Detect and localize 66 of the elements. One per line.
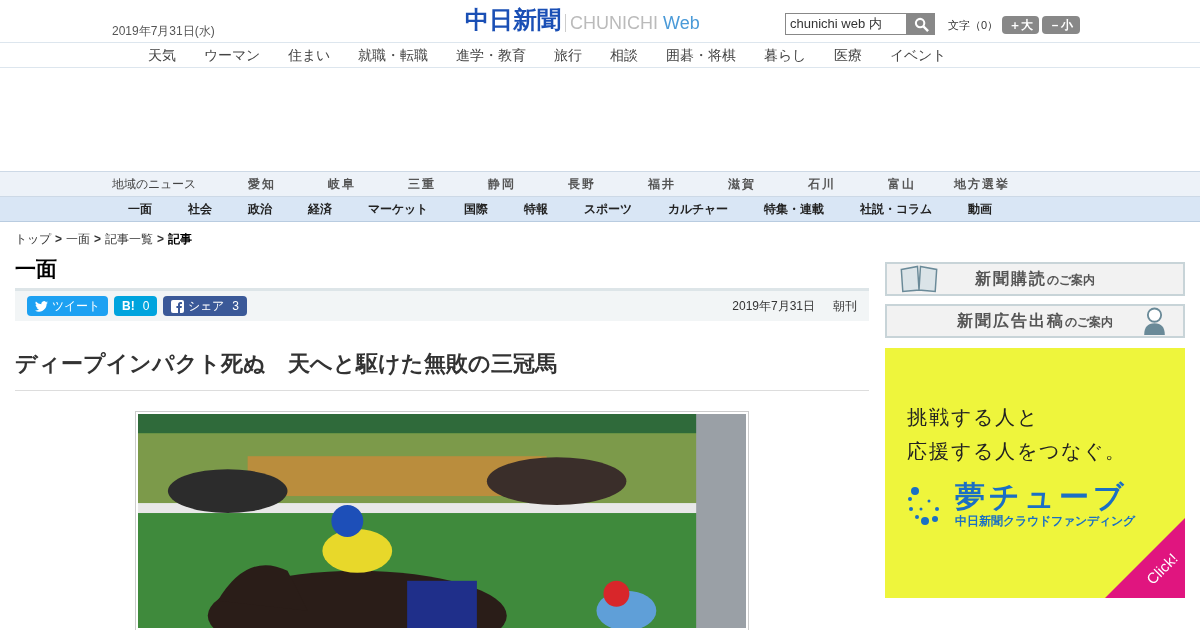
- nav-link[interactable]: 天気: [148, 44, 176, 66]
- category-link[interactable]: 経済: [290, 200, 350, 218]
- ad-brand-subtitle: 中日新聞クラウドファンディング: [955, 513, 1135, 530]
- logo-text: 中日新聞: [465, 8, 561, 32]
- section-title: 一面: [15, 256, 58, 282]
- nav-link[interactable]: ウーマン: [204, 44, 260, 66]
- edition-label: 朝刊: [833, 298, 857, 315]
- breadcrumb-separator: >: [94, 231, 102, 248]
- nav-link[interactable]: 旅行: [554, 44, 582, 66]
- article-date: 2019年7月31日: [732, 298, 815, 315]
- breadcrumb-link[interactable]: トップ: [15, 230, 51, 248]
- search-field[interactable]: chunichi web 内: [785, 13, 907, 35]
- search-icon: [913, 16, 929, 32]
- smaller-text-button[interactable]: －小: [1042, 16, 1080, 34]
- region-nav-label: 地域のニュース: [112, 176, 197, 193]
- nav-link[interactable]: 就職・転職: [358, 44, 428, 66]
- category-link[interactable]: 特報: [506, 200, 566, 218]
- breadcrumb-separator: >: [55, 231, 62, 248]
- category-link[interactable]: 特集・連載: [746, 200, 842, 218]
- category-link[interactable]: カルチャー: [650, 200, 746, 218]
- category-link[interactable]: 国際: [446, 200, 506, 218]
- breadcrumb-link[interactable]: 記事: [168, 230, 193, 248]
- nav-link[interactable]: イベント: [890, 44, 946, 66]
- breadcrumb-link[interactable]: 記事一覧: [105, 230, 154, 248]
- category-link[interactable]: マーケット: [350, 200, 446, 218]
- f-logo-icon: [171, 299, 185, 313]
- category-link[interactable]: 社説・コラム: [842, 200, 950, 218]
- region-link[interactable]: 福井: [622, 175, 702, 193]
- region-link[interactable]: 三重: [382, 175, 462, 193]
- region-link[interactable]: 富山: [862, 175, 942, 193]
- region-link[interactable]: 地方選挙: [942, 175, 1022, 193]
- region-link[interactable]: 滋賀: [702, 175, 782, 193]
- banner-title: 新聞広告出稿のご案内: [957, 311, 1113, 331]
- nav-link[interactable]: 住まい: [288, 44, 330, 66]
- ad-copy: 挑戦する人と 応援する人をつなぐ。: [907, 405, 1128, 464]
- person-icon: [1142, 307, 1167, 335]
- nav-link[interactable]: 暮らし: [764, 44, 806, 66]
- category-link[interactable]: 政治: [230, 200, 290, 218]
- article-headline: ディープインパクト死ぬ 天へと駆けた無敗の三冠馬: [15, 347, 869, 391]
- region-link[interactable]: 静岡: [462, 175, 542, 193]
- book-icon: [899, 265, 939, 293]
- nav-link[interactable]: 進学・教育: [456, 44, 526, 66]
- bird-icon: [35, 300, 48, 312]
- breadcrumb-link[interactable]: 一面: [66, 230, 90, 248]
- banner-title: 新聞購読のご案内: [975, 269, 1095, 289]
- category-link[interactable]: スポーツ: [566, 200, 650, 218]
- breadcrumb-separator: >: [157, 231, 165, 248]
- font-size-label: 文字（0）: [948, 18, 999, 33]
- region-link[interactable]: 石川: [782, 175, 862, 193]
- category-link[interactable]: 動画: [950, 200, 1010, 218]
- share-button[interactable]: シェア 3: [163, 296, 248, 316]
- category-link[interactable]: 社会: [170, 200, 230, 218]
- logo-subtitle: CHUNICHI Web: [565, 14, 700, 32]
- region-link[interactable]: 長野: [542, 175, 622, 193]
- banner[interactable]: 新聞広告出稿のご案内: [885, 304, 1185, 338]
- category-link[interactable]: 一面: [110, 200, 170, 218]
- ad-brand: 夢チューブ: [955, 482, 1129, 512]
- nav-link[interactable]: 相談: [610, 44, 638, 66]
- region-link[interactable]: 岐阜: [302, 175, 382, 193]
- larger-text-button[interactable]: ＋大: [1002, 16, 1039, 34]
- banner[interactable]: 新聞購読のご案内: [885, 262, 1185, 296]
- nav-link[interactable]: 囲碁・将棋: [666, 44, 736, 66]
- nav-link[interactable]: 医療: [834, 44, 862, 66]
- header-date: 2019年7月31日(水): [112, 23, 215, 40]
- region-link[interactable]: 愛知: [222, 175, 302, 193]
- search-button[interactable]: [907, 13, 935, 35]
